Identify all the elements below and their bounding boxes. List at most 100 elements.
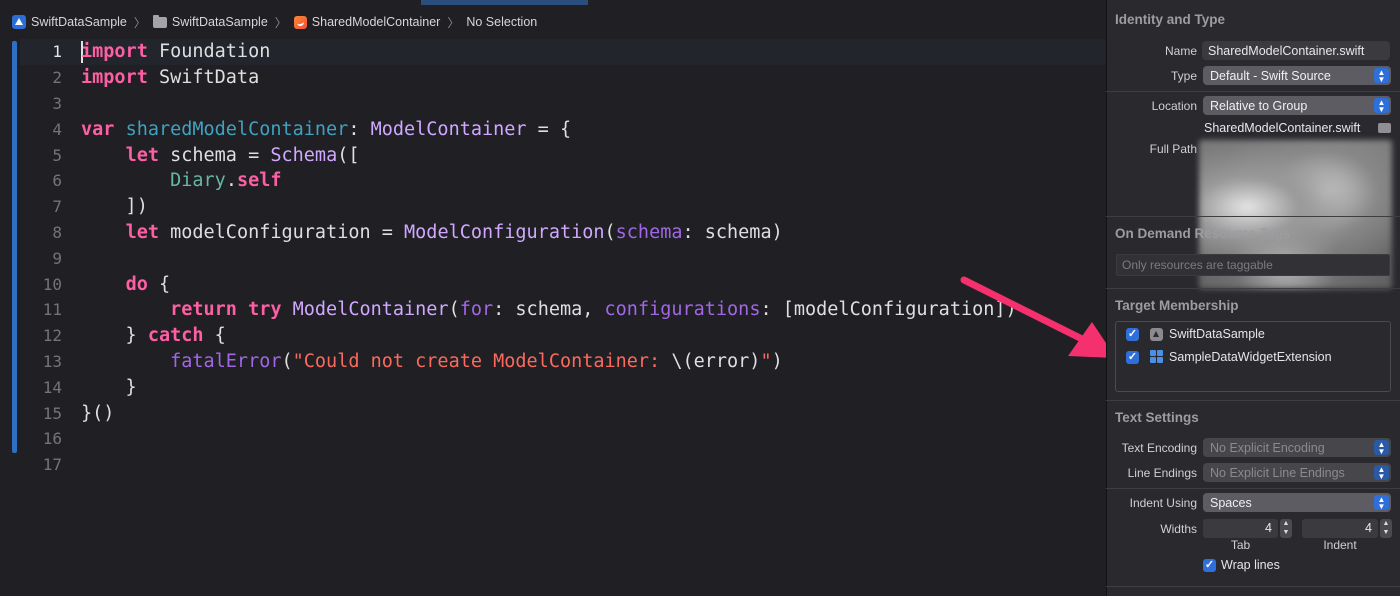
divider (1106, 400, 1400, 401)
code-token: import (81, 40, 148, 62)
location-popup[interactable]: Relative to Group ▲ ▼ (1203, 96, 1391, 115)
jumpbar-item-file[interactable]: SharedModelContainer (293, 15, 441, 29)
code-line[interactable]: 17 (0, 452, 1017, 478)
line-number[interactable]: 17 (0, 455, 62, 474)
type-label: Type (1170, 69, 1197, 83)
code-text[interactable]: Diary.self (62, 170, 281, 191)
divider (1106, 288, 1400, 289)
code-token: "Could not create ModelContainer: (292, 350, 672, 372)
code-text[interactable]: }() (62, 403, 114, 424)
line-number[interactable]: 9 (0, 249, 62, 268)
jumpbar-item-project[interactable]: SwiftDataSample (12, 15, 127, 29)
code-line[interactable]: 16 (0, 426, 1017, 452)
code-text[interactable]: fatalError("Could not create ModelContai… (62, 351, 783, 372)
code-line[interactable]: 4 var sharedModelContainer: ModelContaine… (0, 116, 1017, 142)
line-number[interactable]: 14 (0, 378, 62, 397)
divider (1106, 91, 1400, 92)
popup-arrows-icon: ▲ ▼ (1374, 68, 1389, 83)
code-token: ) (771, 350, 783, 372)
indent-width-field[interactable]: 4 (1302, 519, 1378, 538)
code-text[interactable]: } (62, 377, 137, 398)
code-text[interactable]: return try ModelContainer(for: schema, c… (62, 299, 1017, 320)
code-line[interactable]: 13 fatalError("Could not create ModelCon… (0, 349, 1017, 375)
code-line[interactable]: 5 let schema = Schema([ (0, 142, 1017, 168)
target-checkbox-swiftdatasample[interactable]: ✓ (1126, 328, 1139, 341)
line-number[interactable]: 3 (0, 94, 62, 113)
code-token: var (81, 118, 115, 140)
code-line[interactable]: 10 do { (0, 271, 1017, 297)
code-text[interactable]: var sharedModelContainer: ModelContainer… (62, 119, 571, 140)
code-line[interactable]: 3 (0, 91, 1017, 117)
jumpbar-label: No Selection (466, 15, 538, 29)
jumpbar-item-group[interactable]: SwiftDataSample (152, 15, 268, 29)
popup-arrows-icon: ▲ ▼ (1374, 98, 1389, 113)
code-token: " (760, 350, 772, 372)
folder-icon[interactable] (1378, 123, 1391, 133)
code-text[interactable]: do { (62, 274, 171, 295)
line-number[interactable]: 13 (0, 352, 62, 371)
tab-width-stepper[interactable]: ▲ ▼ (1280, 519, 1292, 538)
wrap-lines-label: Wrap lines (1221, 558, 1280, 572)
resource-tags-field[interactable]: Only resources are taggable (1116, 254, 1390, 276)
code-text[interactable]: import SwiftData (62, 67, 259, 88)
code-text[interactable]: import Foundation (62, 40, 270, 63)
code-token: \(error) (671, 350, 761, 372)
line-number[interactable]: 15 (0, 404, 62, 423)
code-line[interactable]: 14 } (0, 374, 1017, 400)
target-label: SampleDataWidgetExtension (1169, 350, 1332, 364)
code-text[interactable]: ]) (62, 196, 148, 217)
widget-extension-icon (1150, 350, 1163, 363)
code-line[interactable]: 1 import Foundation (0, 39, 1017, 65)
line-number[interactable]: 8 (0, 223, 62, 242)
code-token: }() (81, 402, 115, 424)
jumpbar-label: SharedModelContainer (311, 15, 441, 29)
code-line[interactable]: 2 import SwiftData (0, 65, 1017, 91)
code-line[interactable]: 9 (0, 245, 1017, 271)
code-line[interactable]: 6 Diary.self (0, 168, 1017, 194)
code-line[interactable]: 8 let modelConfiguration = ModelConfigur… (0, 220, 1017, 246)
line-number[interactable]: 4 (0, 120, 62, 139)
target-membership-title: Target Membership (1115, 298, 1239, 313)
chevron-right-icon: 〉 (133, 15, 146, 30)
name-field[interactable]: SharedModelContainer.swift (1202, 41, 1390, 60)
jumpbar-item-symbol[interactable]: No Selection (466, 15, 537, 29)
active-tab-indicator (421, 0, 588, 5)
indent-using-popup[interactable]: Spaces ▲ ▼ (1203, 493, 1391, 512)
type-popup[interactable]: Default - Swift Source ▲ ▼ (1203, 66, 1391, 85)
code-editor[interactable]: SwiftDataSample 〉 SwiftDataSample 〉 Shar… (0, 0, 1106, 596)
line-number[interactable]: 5 (0, 146, 62, 165)
code-text[interactable]: let schema = Schema([ (62, 145, 360, 166)
tab-width-field[interactable]: 4 (1203, 519, 1278, 538)
code-text[interactable]: } catch { (62, 325, 226, 346)
code-area[interactable]: 1 import Foundation 2 import SwiftData 3 4 var… (0, 39, 1017, 478)
target-label: SwiftDataSample (1169, 327, 1265, 341)
code-line[interactable]: 12 } catch { (0, 323, 1017, 349)
code-token: = { (526, 118, 572, 140)
wrap-lines-checkbox[interactable]: ✓ (1203, 559, 1216, 572)
target-checkbox-widget-extension[interactable]: ✓ (1126, 351, 1139, 364)
popup-arrows-icon: ▲ ▼ (1374, 440, 1389, 455)
code-token: ModelContainer (292, 299, 449, 321)
on-demand-resource-tags-title: On Demand Resource Tags (1115, 226, 1291, 241)
code-line[interactable]: 7 ]) (0, 194, 1017, 220)
line-endings-value: No Explicit Line Endings (1210, 465, 1345, 480)
text-encoding-popup[interactable]: No Explicit Encoding ▲ ▼ (1203, 438, 1391, 457)
line-number[interactable]: 11 (0, 300, 62, 319)
line-number[interactable]: 12 (0, 326, 62, 345)
line-number[interactable]: 6 (0, 171, 62, 190)
indent-width-stepper[interactable]: ▲ ▼ (1380, 519, 1392, 538)
line-endings-popup[interactable]: No Explicit Line Endings ▲ ▼ (1203, 463, 1391, 482)
line-number[interactable]: 7 (0, 197, 62, 216)
line-number[interactable]: 10 (0, 275, 62, 294)
code-line[interactable]: 15 }() (0, 400, 1017, 426)
line-number[interactable]: 2 (0, 68, 62, 87)
line-number[interactable]: 16 (0, 429, 62, 448)
widths-label: Widths (1160, 522, 1197, 536)
tab-label: Tab (1230, 538, 1251, 552)
code-line[interactable]: 11 return try ModelContainer(for: schema… (0, 297, 1017, 323)
code-token: : [modelConfiguration]) (760, 299, 1017, 321)
code-text[interactable]: let modelConfiguration = ModelConfigurat… (62, 222, 783, 243)
line-number[interactable]: 1 (0, 42, 62, 61)
